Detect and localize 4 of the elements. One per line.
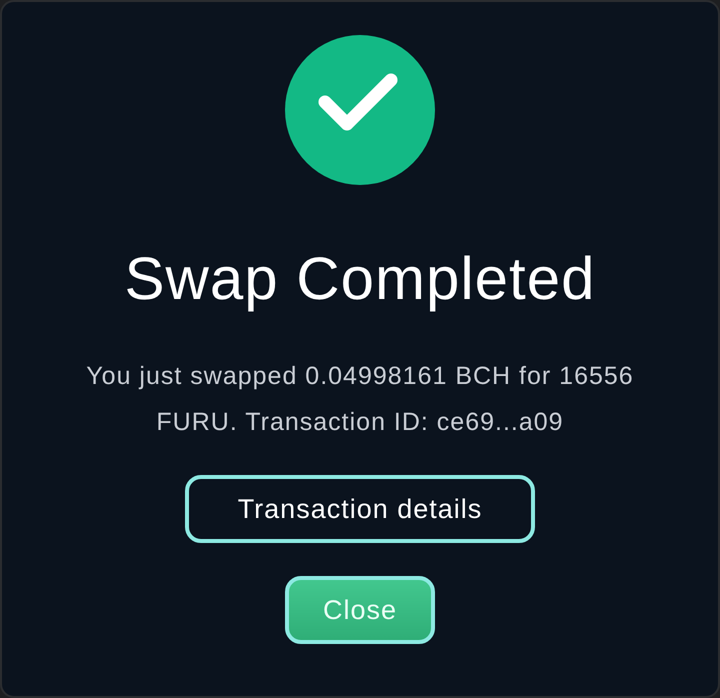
dialog-title: Swap Completed xyxy=(124,244,596,314)
success-check-icon xyxy=(285,35,435,185)
swap-message: You just swapped 0.04998161 BCH for 16556 FURU. Transaction ID: ce69...a09 xyxy=(85,361,635,438)
details-button[interactable]: Transaction details xyxy=(185,475,535,543)
